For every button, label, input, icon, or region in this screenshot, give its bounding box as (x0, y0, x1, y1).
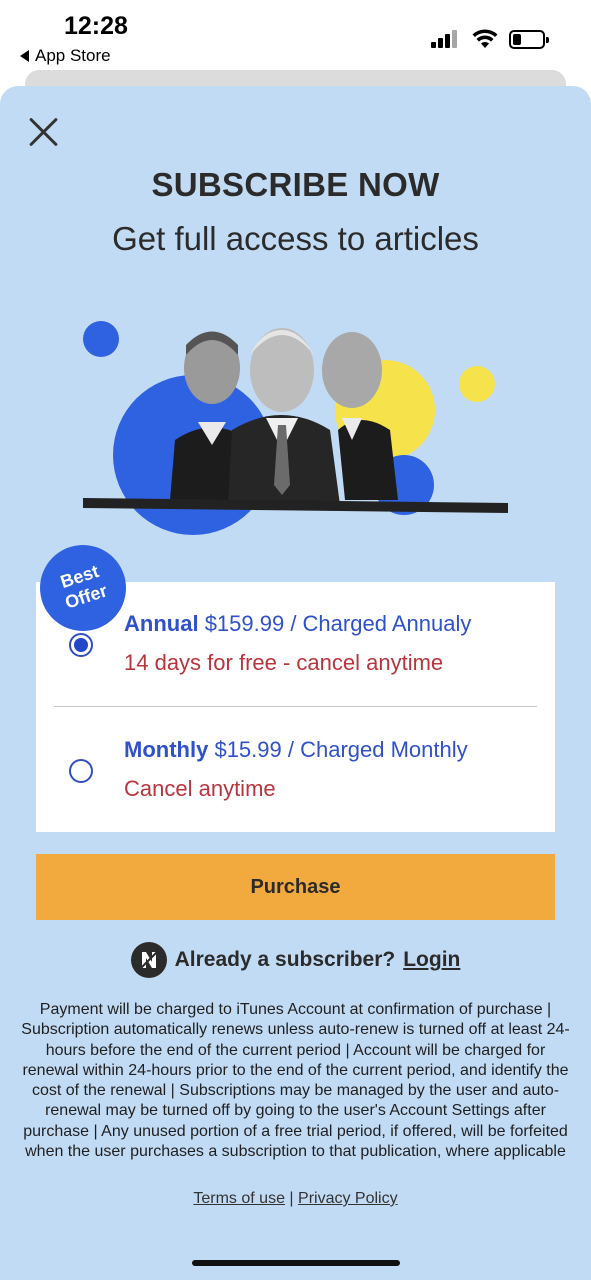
plan-annual-price: $159.99 / Charged Annualy (204, 611, 472, 636)
battery-icon (509, 30, 549, 49)
plans-card: Annual $159.99 / Charged Annualy 14 days… (36, 582, 555, 832)
home-indicator[interactable] (192, 1260, 400, 1266)
plan-annual-price-line: Annual $159.99 / Charged Annualy (124, 611, 471, 637)
status-bar: 12:28 App Store (0, 0, 591, 70)
login-link[interactable]: Login (403, 948, 460, 972)
status-time: 12:28 (64, 12, 128, 40)
back-app-label: App Store (35, 46, 111, 65)
hero-illustration (83, 321, 508, 535)
plan-annual-name: Annual (124, 611, 199, 636)
radio-monthly[interactable] (69, 759, 93, 783)
plans-divider (54, 706, 537, 707)
small-yellow-dot (459, 366, 495, 402)
privacy-link[interactable]: Privacy Policy (298, 1190, 398, 1207)
plan-monthly-price: $15.99 / Charged Monthly (214, 737, 468, 762)
best-offer-badge: Best Offer (40, 545, 126, 631)
page-subtitle: Get full access to articles (112, 220, 479, 257)
page-title: SUBSCRIBE NOW (151, 166, 440, 203)
terms-link[interactable]: Terms of use (193, 1190, 285, 1207)
cellular-signal-icon (431, 30, 461, 48)
plan-annual-note: 14 days for free - cancel anytime (124, 650, 444, 675)
small-blue-dot (83, 321, 119, 357)
plan-monthly-name: Monthly (124, 737, 209, 762)
radio-annual[interactable] (69, 633, 93, 657)
login-row: Already a subscriber? Login (0, 940, 591, 980)
footer-links: Terms of use | Privacy Policy (0, 1190, 591, 1208)
footer-separator: | (289, 1190, 294, 1207)
legal-disclaimer: Payment will be charged to iTunes Accoun… (21, 1001, 570, 1161)
brand-logo-icon (130, 942, 167, 978)
plan-option-monthly[interactable]: Monthly $15.99 / Charged Monthly Cancel … (36, 708, 555, 832)
plan-monthly-note: Cancel anytime (124, 776, 276, 801)
close-button[interactable] (27, 115, 61, 149)
already-subscriber-text: Already a subscriber? (174, 948, 396, 971)
back-to-app-store[interactable]: App Store (20, 46, 111, 66)
purchase-button[interactable]: Purchase (36, 854, 555, 920)
wifi-icon (472, 29, 498, 48)
back-arrow-icon (20, 50, 29, 62)
plan-monthly-price-line: Monthly $15.99 / Charged Monthly (124, 737, 468, 763)
